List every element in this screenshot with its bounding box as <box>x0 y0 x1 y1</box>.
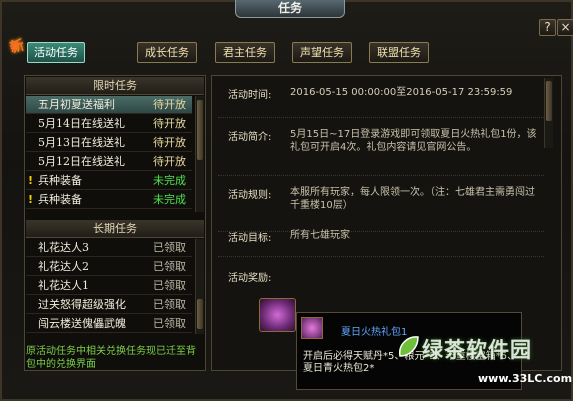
exchange-note: 原活动任务中相关兑换任务现已迁至背包中的兑换界面 <box>26 346 196 370</box>
list-item[interactable]: 礼花达人3 已领取 <box>26 239 192 257</box>
scroll-thumb[interactable] <box>546 81 552 121</box>
tab-prestige-tasks[interactable]: 声望任务 <box>292 42 352 63</box>
target-value: 所有七雄玩家 <box>290 230 350 241</box>
task-status: 已领取 <box>153 298 186 311</box>
limited-section-header: 限时任务 <box>26 77 204 95</box>
list-item[interactable]: 五月初夏送福利 待开放 <box>26 96 192 114</box>
task-status: 已领取 <box>153 260 186 273</box>
rule-label: 活动规则: <box>228 190 272 201</box>
intro-label: 活动简介: <box>228 132 272 143</box>
close-button[interactable]: × <box>557 19 573 36</box>
tab-growth-tasks[interactable]: 成长任务 <box>137 42 197 63</box>
exclamation-icon: ! <box>28 193 34 206</box>
detail-rule-row: 活动规则: 本服所有玩家，每人限领一次。（注：七雄君主需勇闯过千重楼10层） <box>218 186 544 232</box>
task-name: 礼花达人1 <box>38 279 89 292</box>
detail-reward-row: 活动奖励: <box>218 269 544 293</box>
rule-value: 本服所有玩家，每人限领一次。（注：七雄君主需勇闯过千重楼10层） <box>290 187 535 211</box>
intro-value: 5月15日~17日登录游戏即可领取夏日火热礼包1份，该礼包可开启4次。礼包内容请… <box>290 129 537 153</box>
task-status: 待开放 <box>153 117 186 130</box>
detail-target-row: 活动目标: 所有七雄玩家 <box>218 229 544 257</box>
watermark-url: www.33LC.com <box>478 372 573 385</box>
reward-label: 活动奖励: <box>228 273 272 284</box>
long-section-header: 长期任务 <box>26 220 204 238</box>
scroll-thumb[interactable] <box>197 100 203 160</box>
task-name: 5月12日在线送礼 <box>38 155 125 168</box>
time-label: 活动时间: <box>228 90 272 101</box>
list-item[interactable]: ! 兵种装备 未完成 <box>26 172 192 190</box>
list-item[interactable]: 5月14日在线送礼 待开放 <box>26 115 192 133</box>
detail-time-row: 活动时间: 2016-05-15 00:00:00至2016-05-17 23:… <box>218 86 544 118</box>
list-item[interactable]: 5月13日在线送礼 待开放 <box>26 134 192 152</box>
detail-intro-row: 活动简介: 5月15日~17日登录游戏即可领取夏日火热礼包1份，该礼包可开启4次… <box>218 128 544 176</box>
exclamation-icon: ! <box>28 174 34 187</box>
task-name: 兵种装备 <box>38 174 82 187</box>
new-badge: 新 <box>8 37 27 57</box>
task-status: 已领取 <box>153 241 186 254</box>
limited-scrollbar[interactable] <box>195 96 204 212</box>
gift-box-icon <box>301 317 323 339</box>
task-name: 五月初夏送福利 <box>38 98 115 111</box>
list-item[interactable]: 过关怒得超级强化 已领取 <box>26 296 192 314</box>
list-item[interactable]: 闯云楼送傀儡武魄 已领取 <box>26 315 192 333</box>
task-name: 闯云楼送傀儡武魄 <box>38 317 126 330</box>
time-value: 2016-05-15 00:00:00至2016-05-17 23:59:59 <box>290 87 513 98</box>
task-status: 已领取 <box>153 317 186 330</box>
list-item[interactable]: 礼花达人1 已领取 <box>26 277 192 295</box>
list-item[interactable]: 礼花达人2 已领取 <box>26 258 192 276</box>
task-name: 过关怒得超级强化 <box>38 298 126 311</box>
task-status: 待开放 <box>153 155 186 168</box>
scroll-thumb[interactable] <box>197 299 203 329</box>
task-name: 5月13日在线送礼 <box>38 136 125 149</box>
list-item[interactable]: 5月12日在线送礼 待开放 <box>26 153 192 171</box>
task-status: 未完成 <box>153 193 186 206</box>
watermark: 绿茶软件园 www.33LC.com <box>399 334 573 394</box>
task-name: 兵种装备 <box>38 193 82 206</box>
window-title: 任务 <box>235 0 345 18</box>
long-scrollbar[interactable] <box>195 239 204 334</box>
task-name: 礼花达人2 <box>38 260 89 273</box>
leaf-logo-icon <box>399 336 419 357</box>
tab-alliance-tasks[interactable]: 联盟任务 <box>369 42 429 63</box>
task-status: 已领取 <box>153 279 186 292</box>
task-status: 待开放 <box>153 98 186 111</box>
tab-lord-tasks[interactable]: 君主任务 <box>215 42 275 63</box>
target-label: 活动目标: <box>228 233 272 244</box>
task-status: 待开放 <box>153 136 186 149</box>
task-window: 任务 ? × 新 活动任务 成长任务 君主任务 声望任务 联盟任务 限时任务 五… <box>0 0 573 401</box>
task-list-panel: 限时任务 五月初夏送福利 待开放 5月14日在线送礼 待开放 5月13日在线送礼… <box>24 75 206 371</box>
watermark-logo: 绿茶软件园 <box>422 338 532 362</box>
task-status: 未完成 <box>153 174 186 187</box>
tab-activity-tasks[interactable]: 活动任务 <box>27 42 85 63</box>
gift-box-icon[interactable] <box>259 298 296 332</box>
detail-scrollbar[interactable] <box>544 78 553 148</box>
task-name: 5月14日在线送礼 <box>38 117 125 130</box>
list-item[interactable]: ! 兵种装备 未完成 <box>26 191 192 209</box>
task-name: 礼花达人3 <box>38 241 89 254</box>
help-button[interactable]: ? <box>539 19 556 36</box>
